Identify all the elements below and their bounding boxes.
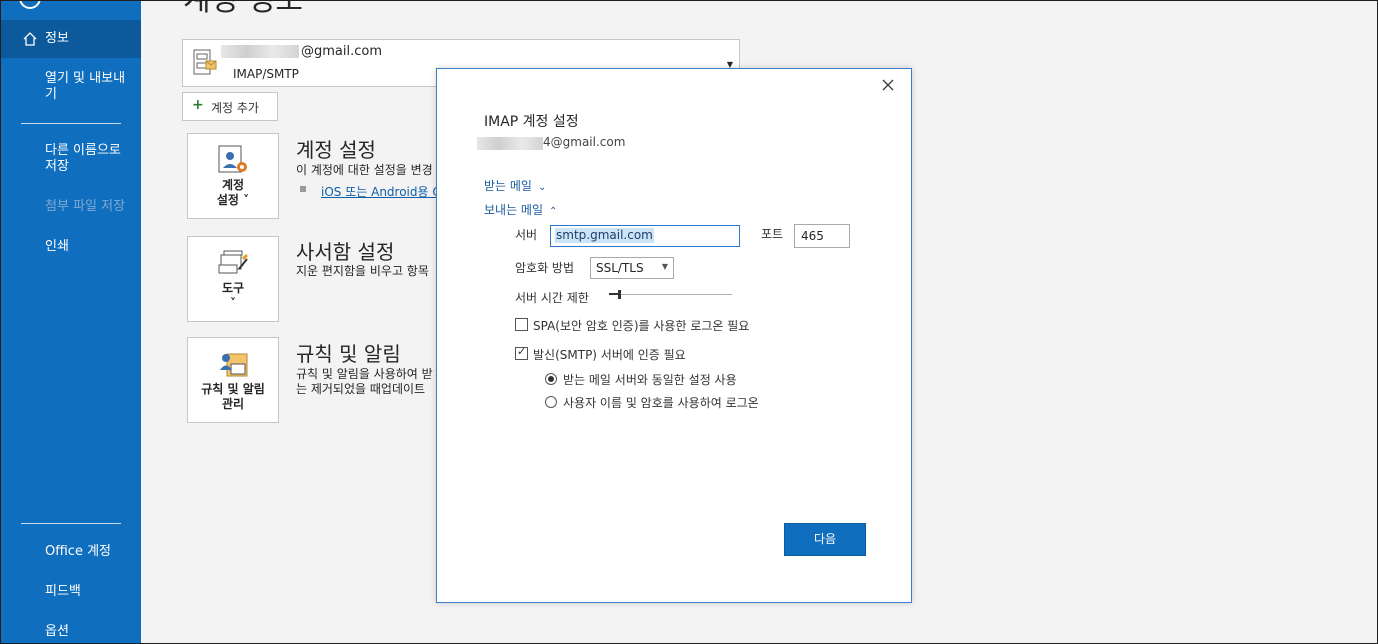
redacted-text xyxy=(477,137,543,150)
window: 정보 열기 및 내보내 기 다른 이름으로 저장 첨부 파일 저장 인쇄 Off… xyxy=(0,0,1378,644)
port-value: 465 xyxy=(801,229,824,243)
account-type: IMAP/SMTP xyxy=(233,67,299,81)
section-description: 지운 편지함을 비우고 항목 xyxy=(296,264,429,278)
sidebar-item-info[interactable]: 정보 xyxy=(1,20,141,58)
imap-settings-dialog: IMAP 계정 설정 4@gmail.com 받는 메일 ⌄ 보내는 메일 ⌃ 서버… xyxy=(436,68,912,603)
outgoing-mail-toggle[interactable]: 보내는 메일 ⌃ xyxy=(484,201,557,218)
section-heading: 계정 설정 xyxy=(296,138,376,162)
account-settings-tile[interactable]: 계정 설정 ˅ xyxy=(187,133,279,219)
section-description: 규칙 및 알림을 사용하여 받 는 제거되었을 때업데이트 xyxy=(296,367,433,396)
radio-login-credentials-label: 사용자 이름 및 암호를 사용하여 로그온 xyxy=(563,396,759,410)
sidebar-separator xyxy=(21,523,121,524)
sidebar-item-label: 첨부 파일 저장 xyxy=(45,199,126,214)
incoming-mail-toggle[interactable]: 받는 메일 ⌄ xyxy=(484,177,546,194)
add-account-label: 계정 추가 xyxy=(211,101,259,115)
server-label: 서버 xyxy=(515,228,538,242)
radio-same-settings-label: 받는 메일 서버와 동일한 설정 사용 xyxy=(563,373,737,387)
dialog-title: IMAP 계정 설정 xyxy=(484,114,579,130)
radio-login-credentials[interactable] xyxy=(545,396,557,408)
backstage-sidebar: 정보 열기 및 내보내 기 다른 이름으로 저장 첨부 파일 저장 인쇄 Off… xyxy=(1,1,141,643)
tools-icon xyxy=(218,250,249,274)
sidebar-item-label: 열기 및 내보내 기 xyxy=(45,71,126,102)
section-description: 이 계정에 대한 설정을 변경 xyxy=(296,163,433,177)
tile-label: 규칙 및 알림 관리 xyxy=(201,382,265,411)
mailbox-tools-tile[interactable]: 도구 ˅ xyxy=(187,236,279,322)
smtp-server-input[interactable]: smtp.gmail.com xyxy=(550,225,740,247)
back-icon[interactable] xyxy=(19,1,41,9)
rules-icon xyxy=(220,353,248,377)
sidebar-item-label: 피드백 xyxy=(45,584,81,599)
chevron-down-icon: ⌄ xyxy=(537,182,547,193)
incoming-mail-label: 받는 메일 xyxy=(484,179,532,193)
sidebar-item-label: Office 계정 xyxy=(45,544,111,559)
mobile-app-link[interactable]: iOS 또는 Android용 O xyxy=(321,183,442,200)
checkmark-icon: ✓ xyxy=(517,345,527,358)
section-heading: 규칙 및 알림 xyxy=(296,342,401,366)
radio-selected-dot xyxy=(548,376,554,382)
chevron-up-icon: ⌃ xyxy=(549,206,558,217)
sidebar-item-label: 인쇄 xyxy=(45,239,69,254)
home-icon xyxy=(23,32,37,46)
timeout-slider-track[interactable] xyxy=(609,294,732,295)
encryption-select[interactable]: SSL/TLS ▼ xyxy=(590,257,674,279)
section-heading: 사서함 설정 xyxy=(296,240,395,264)
port-input[interactable]: 465 xyxy=(794,224,850,248)
port-label: 포트 xyxy=(761,227,784,241)
rules-alerts-tile[interactable]: 규칙 및 알림 관리 xyxy=(187,337,279,423)
smtp-auth-label: 발신(SMTP) 서버에 인증 필요 xyxy=(533,348,686,362)
sidebar-item-label: 다른 이름으로 저장 xyxy=(45,143,121,174)
outgoing-mail-label: 보내는 메일 xyxy=(484,203,544,217)
account-settings-icon xyxy=(218,145,247,173)
encryption-label: 암호화 방법 xyxy=(515,261,575,275)
dialog-email: 4@gmail.com xyxy=(543,135,626,149)
plus-icon: + xyxy=(192,97,204,113)
sidebar-separator xyxy=(21,123,121,124)
spa-label: SPA(보안 암호 인증)를 사용한 로그온 필요 xyxy=(533,319,750,333)
smtp-auth-checkbox[interactable]: ✓ xyxy=(515,345,528,360)
tile-label: 계정 설정 ˅ xyxy=(216,178,250,207)
chevron-down-icon: ▼ xyxy=(661,262,668,271)
next-button[interactable]: 다음 xyxy=(784,523,866,556)
page-title: 계정 정보 xyxy=(183,0,303,18)
radio-same-settings[interactable] xyxy=(545,373,557,385)
server-value: smtp.gmail.com xyxy=(555,228,654,243)
timeout-slider-thumb[interactable] xyxy=(618,290,621,299)
close-icon[interactable] xyxy=(881,78,895,92)
redacted-text xyxy=(221,45,299,58)
add-account-button[interactable]: + 계정 추가 xyxy=(182,92,278,121)
encryption-value: SSL/TLS xyxy=(596,261,644,275)
server-timeout-label: 서버 시간 제한 xyxy=(515,291,589,305)
bullet xyxy=(300,186,306,192)
sidebar-item-label: 정보 xyxy=(45,31,69,46)
account-email: @gmail.com xyxy=(301,44,383,59)
spa-checkbox[interactable] xyxy=(515,318,528,331)
account-icon xyxy=(193,49,217,75)
tile-label: 도구 ˅ xyxy=(221,281,245,310)
sidebar-item-label: 옵션 xyxy=(45,624,69,639)
